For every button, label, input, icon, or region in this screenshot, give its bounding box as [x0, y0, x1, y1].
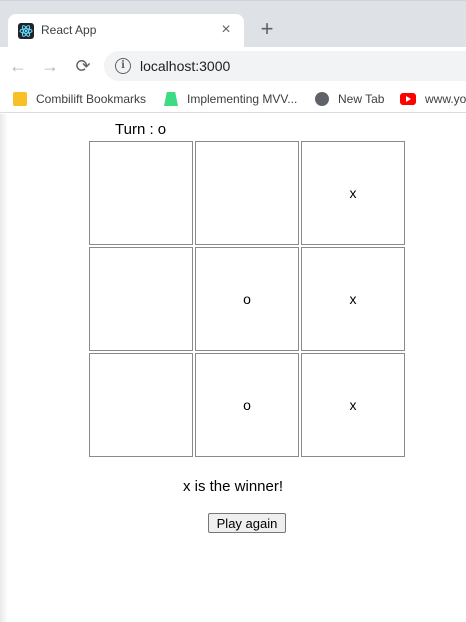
bookmark-implementing-mvvm[interactable]: Implementing MVV... [164, 89, 297, 109]
bookmark-label: New Tab [338, 92, 385, 106]
close-tab-icon[interactable]: × [216, 20, 236, 40]
address-bar[interactable]: i localhost:3000 [104, 51, 466, 81]
board-cell[interactable]: x [301, 141, 405, 245]
board-cell[interactable] [89, 353, 193, 457]
tab-strip: React App × + [0, 0, 466, 48]
bookmark-label: Implementing MVV... [187, 92, 298, 106]
window-edge [0, 114, 8, 622]
forward-arrow-icon[interactable]: → [39, 55, 61, 77]
bookmark-label: www.yo [425, 92, 466, 106]
cell-mark: x [349, 291, 357, 307]
globe-icon [315, 92, 329, 106]
react-logo-icon [18, 23, 34, 39]
board-cell[interactable]: o [195, 353, 299, 457]
board-cell[interactable] [89, 247, 193, 351]
tab-react-app[interactable]: React App × [8, 14, 244, 48]
winner-message: x is the winner! [182, 478, 284, 495]
board-cell[interactable]: x [301, 247, 405, 351]
new-tab-button[interactable]: + [256, 18, 278, 40]
bookmark-label: Combilift Bookmarks [36, 92, 147, 106]
board-cell[interactable] [89, 141, 193, 245]
cell-mark: x [349, 397, 357, 413]
bookmarks-bar: Combilift Bookmarks Implementing MVV... … [0, 85, 466, 113]
page-content: Turn : o x o x o x x is the winner! Play… [0, 114, 466, 622]
cell-mark: o [243, 397, 251, 413]
back-arrow-icon[interactable]: ← [7, 55, 29, 77]
game-board: x o x o x [89, 141, 405, 457]
bookmark-combilift[interactable]: Combilift Bookmarks [13, 89, 146, 109]
url-text: localhost:3000 [140, 58, 231, 74]
youtube-icon [400, 93, 416, 105]
bookmark-youtube[interactable]: www.yo [400, 89, 466, 109]
reload-icon[interactable]: ⟳ [72, 55, 94, 77]
turn-indicator: Turn : o [115, 121, 167, 138]
board-cell[interactable]: o [195, 247, 299, 351]
android-icon [164, 92, 178, 106]
info-icon[interactable]: i [115, 58, 131, 74]
board-cell[interactable]: x [301, 353, 405, 457]
play-again-button[interactable]: Play again [208, 513, 286, 533]
bookmark-new-tab[interactable]: New Tab [315, 89, 384, 109]
board-cell[interactable] [195, 141, 299, 245]
cell-mark: x [349, 185, 357, 201]
browser-toolbar: ← → ⟳ i localhost:3000 [0, 47, 466, 85]
cell-mark: o [243, 291, 251, 307]
tab-title: React App [41, 23, 97, 37]
folder-icon [13, 92, 27, 106]
